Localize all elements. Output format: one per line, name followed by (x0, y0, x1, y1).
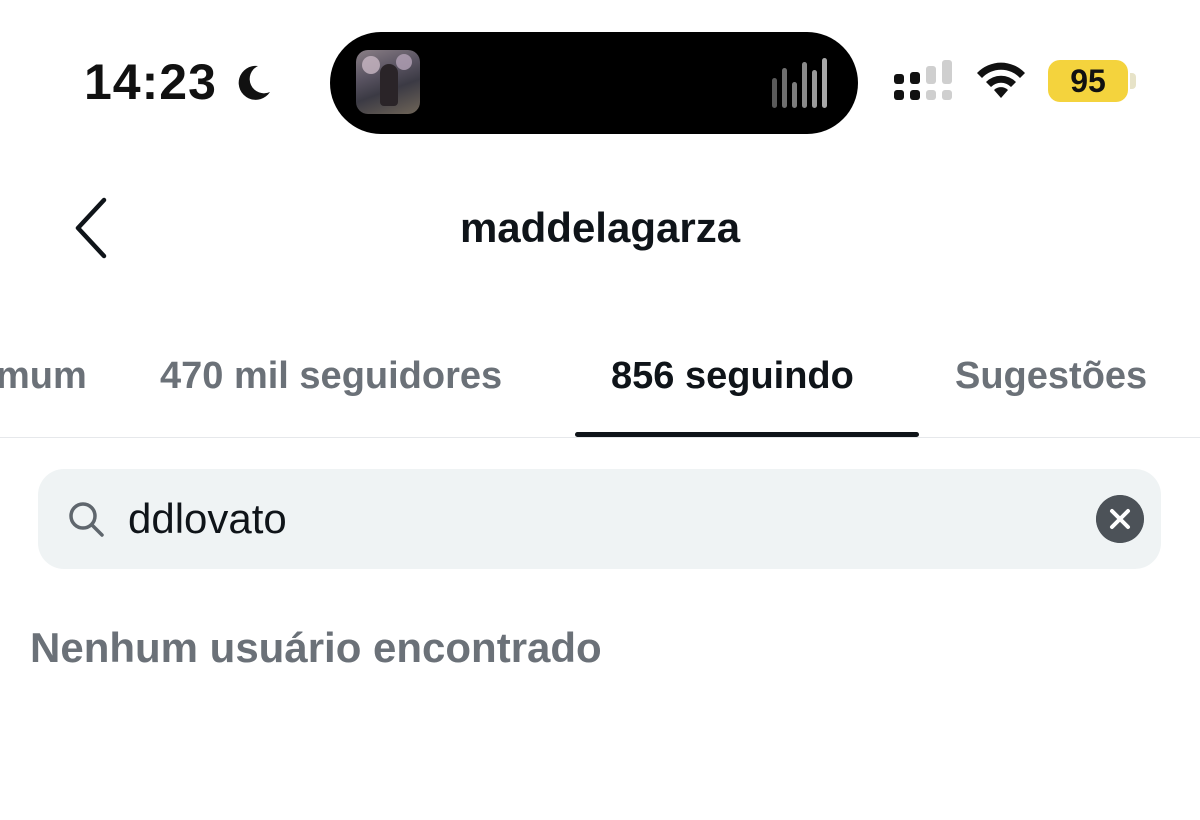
tab-mutual[interactable]: mum (0, 352, 87, 400)
status-bar: 14:23 95 (0, 0, 1200, 150)
tab-followers[interactable]: 470 mil seguidores (160, 352, 502, 400)
search-icon (69, 502, 104, 537)
audio-waveform-icon (772, 56, 832, 112)
follow-tabs: mum 470 mil seguidores 856 seguindo Suge… (0, 330, 1200, 438)
moon-icon (238, 65, 270, 100)
profile-header: maddelagarza (0, 170, 1200, 290)
page-title: maddelagarza (459, 204, 741, 251)
status-time: 14:23 (84, 54, 217, 110)
search-input[interactable] (128, 489, 1028, 549)
wifi-icon (977, 62, 1025, 98)
search-bar[interactable] (38, 469, 1161, 569)
now-playing-thumbnail[interactable] (356, 50, 420, 114)
chevron-left-icon[interactable] (60, 192, 124, 264)
battery-icon: 95 (1048, 60, 1138, 102)
active-tab-indicator (575, 432, 919, 437)
tab-suggestions[interactable]: Sugestões (955, 352, 1147, 400)
signal-icon (894, 60, 952, 100)
tab-following[interactable]: 856 seguindo (611, 352, 854, 400)
no-results-message: Nenhum usuário encontrado (30, 624, 602, 671)
close-icon[interactable] (1096, 495, 1144, 543)
battery-level: 95 (1048, 60, 1128, 102)
dynamic-island[interactable] (330, 32, 858, 134)
